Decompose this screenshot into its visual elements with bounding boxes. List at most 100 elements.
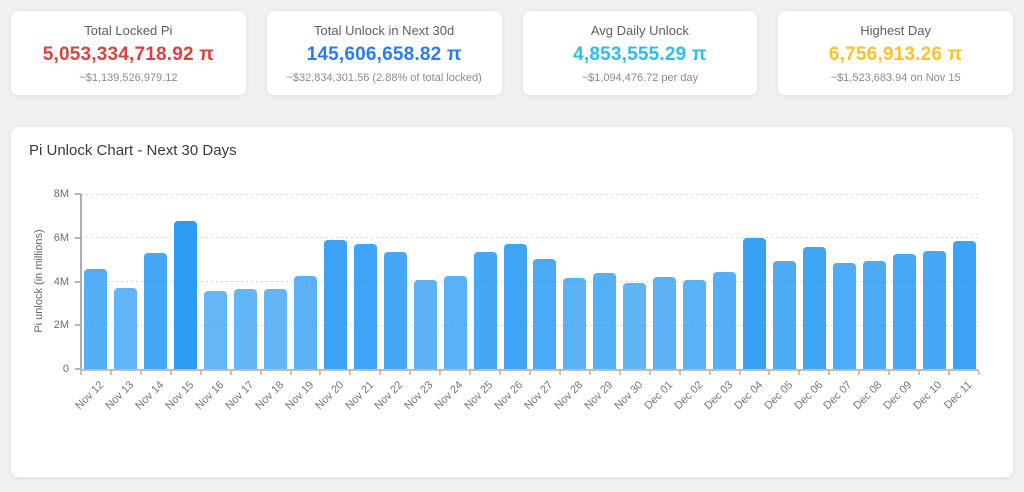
bar-nov-24[interactable] <box>444 276 467 369</box>
bar-dec-04[interactable] <box>743 238 766 369</box>
x-axis-tick <box>679 371 681 375</box>
x-tick-label: Dec 03 <box>702 379 735 412</box>
x-axis-tick <box>918 371 920 375</box>
bar-nov-20[interactable] <box>324 240 347 370</box>
x-axis-tick <box>709 371 711 375</box>
x-tick-label: Nov 14 <box>133 379 166 412</box>
bar-dec-06[interactable] <box>803 247 826 370</box>
x-tick-label: Nov 26 <box>492 379 525 412</box>
x-tick-label: Nov 12 <box>73 379 106 412</box>
x-axis-tick <box>110 371 112 375</box>
x-axis-tick <box>319 371 321 375</box>
y-tick-label: 2M <box>39 319 69 331</box>
x-axis-tick <box>469 371 471 375</box>
stat-card-highest-day: Highest Day 6,756,913.26 π ~$1,523,683.9… <box>777 10 1014 96</box>
x-axis-tick <box>768 371 770 375</box>
x-axis-tick <box>290 371 292 375</box>
x-axis-tick <box>140 371 142 375</box>
x-axis-tick <box>978 371 980 375</box>
y-tick-label: 4M <box>39 276 69 288</box>
bar-nov-14[interactable] <box>144 253 167 369</box>
bar-nov-25[interactable] <box>474 252 497 369</box>
bar-nov-17[interactable] <box>234 289 257 369</box>
bar-dec-03[interactable] <box>713 272 736 369</box>
stat-value: 5,053,334,718.92 π <box>43 44 214 66</box>
bar-nov-23[interactable] <box>414 280 437 369</box>
bar-nov-21[interactable] <box>354 244 377 369</box>
x-tick-label: Nov 16 <box>193 379 226 412</box>
x-tick-label: Nov 20 <box>313 379 346 412</box>
bar-nov-12[interactable] <box>84 269 107 369</box>
bar-dec-01[interactable] <box>653 277 676 369</box>
x-tick-label: Dec 08 <box>852 379 885 412</box>
x-axis-tick <box>948 371 950 375</box>
stat-card-total-unlock-30d: Total Unlock in Next 30d 145,606,658.82 … <box>266 10 503 96</box>
bar-nov-26[interactable] <box>504 244 527 369</box>
bar-nov-30[interactable] <box>623 283 646 369</box>
bar-dec-09[interactable] <box>893 254 916 369</box>
bar-dec-02[interactable] <box>683 280 706 369</box>
x-tick-label: Nov 18 <box>253 379 286 412</box>
stat-sub: ~$1,094,476.72 per day <box>582 72 699 84</box>
bar-dec-11[interactable] <box>953 241 976 369</box>
x-tick-label: Nov 13 <box>103 379 136 412</box>
x-tick-label: Nov 30 <box>612 379 645 412</box>
bar-nov-15[interactable] <box>174 221 197 369</box>
bar-dec-08[interactable] <box>863 261 886 369</box>
bar-dec-07[interactable] <box>833 263 856 369</box>
x-axis-tick <box>529 371 531 375</box>
stat-label: Total Locked Pi <box>84 23 172 38</box>
bar-nov-13[interactable] <box>114 288 137 369</box>
x-tick-label: Dec 10 <box>911 379 944 412</box>
x-tick-label: Dec 04 <box>732 379 765 412</box>
bar-nov-18[interactable] <box>264 289 287 369</box>
stat-label: Avg Daily Unlock <box>591 23 689 38</box>
gridline <box>81 237 979 238</box>
x-axis-tick <box>828 371 830 375</box>
bar-dec-10[interactable] <box>923 251 946 369</box>
y-tick-label: 6M <box>39 232 69 244</box>
stat-value: 145,606,658.82 π <box>307 44 462 66</box>
stat-sub: ~$1,523,683.94 on Nov 15 <box>831 72 961 84</box>
x-axis-tick <box>858 371 860 375</box>
bar-nov-22[interactable] <box>384 252 407 369</box>
x-tick-label: Dec 01 <box>642 379 675 412</box>
x-axis-tick <box>739 371 741 375</box>
stat-value: 4,853,555.29 π <box>573 44 707 66</box>
x-tick-label: Dec 02 <box>672 379 705 412</box>
x-axis-tick <box>349 371 351 375</box>
x-axis-tick <box>619 371 621 375</box>
stats-row: Total Locked Pi 5,053,334,718.92 π ~$1,1… <box>10 10 1014 96</box>
x-tick-label: Dec 05 <box>762 379 795 412</box>
x-tick-label: Nov 28 <box>552 379 585 412</box>
bar-dec-05[interactable] <box>773 261 796 369</box>
x-axis-tick <box>798 371 800 375</box>
x-tick-label: Nov 25 <box>462 379 495 412</box>
bar-nov-19[interactable] <box>294 276 317 369</box>
x-tick-label: Dec 07 <box>822 379 855 412</box>
stat-sub: ~$1,139,526,979.12 <box>79 72 177 84</box>
x-axis-tick <box>260 371 262 375</box>
x-axis-tick <box>230 371 232 375</box>
x-tick-label: Nov 27 <box>522 379 555 412</box>
stat-value: 6,756,913.26 π <box>829 44 963 66</box>
x-tick-label: Nov 19 <box>283 379 316 412</box>
stat-sub: ~$32,834,301.56 (2.88% of total locked) <box>286 72 481 84</box>
stat-card-avg-daily-unlock: Avg Daily Unlock 4,853,555.29 π ~$1,094,… <box>522 10 759 96</box>
x-axis-tick <box>499 371 501 375</box>
x-tick-label: Nov 17 <box>223 379 256 412</box>
bar-nov-29[interactable] <box>593 273 616 369</box>
bar-nov-16[interactable] <box>204 291 227 369</box>
y-tick-label: 0 <box>39 363 69 375</box>
stat-label: Highest Day <box>860 23 931 38</box>
x-axis-tick <box>80 371 82 375</box>
bar-nov-28[interactable] <box>563 278 586 369</box>
x-axis-tick <box>649 371 651 375</box>
x-axis-tick <box>439 371 441 375</box>
x-axis-tick <box>379 371 381 375</box>
x-tick-label: Nov 22 <box>373 379 406 412</box>
stat-card-total-locked: Total Locked Pi 5,053,334,718.92 π ~$1,1… <box>10 10 247 96</box>
bar-nov-27[interactable] <box>533 259 556 369</box>
x-tick-label: Nov 23 <box>403 379 436 412</box>
x-tick-label: Dec 11 <box>942 379 975 412</box>
